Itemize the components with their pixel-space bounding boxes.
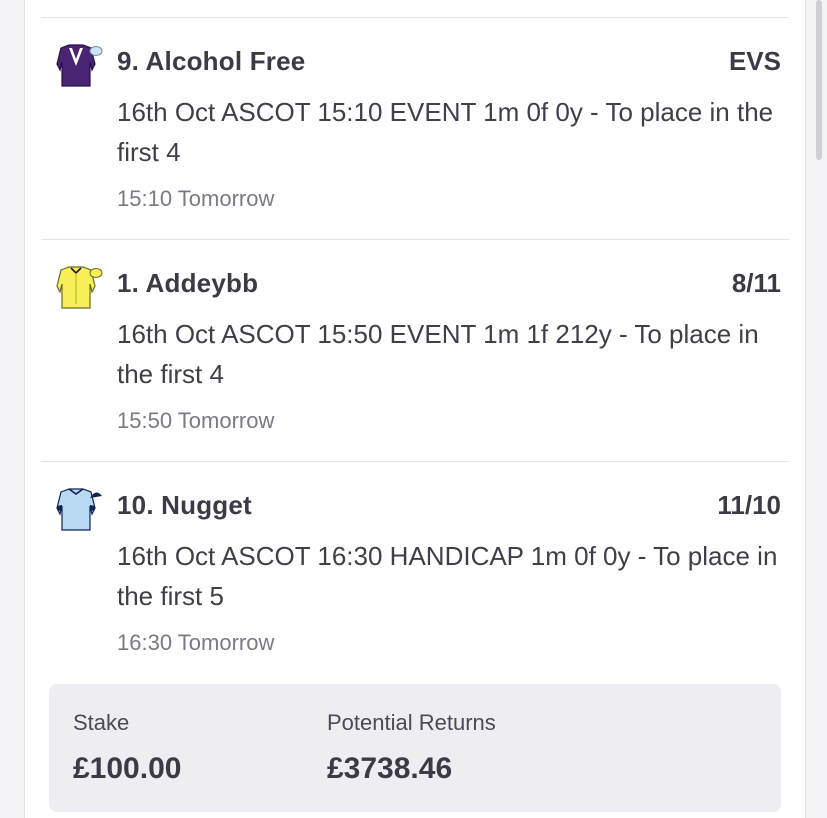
race-time: 15:10 Tomorrow [117,186,275,211]
odds-value: EVS [728,46,781,76]
potential-returns-label: Potential Returns [327,710,496,735]
odds-value: 11/10 [717,490,781,520]
bet-selection[interactable]: 1. Addeybb 8/11 16th Oct ASCOT 15:50 EVE… [41,240,789,462]
stake-value: £100.00 [73,752,182,785]
selection-description: 16th Oct ASCOT 16:30 HANDICAP 1m 0f 0y -… [117,541,778,611]
runner-name: 10. Nugget [117,490,252,520]
bet-selection[interactable]: 10. Nugget 11/10 16th Oct ASCOT 16:30 HA… [41,462,789,662]
runner-name: 1. Addeybb [117,268,259,298]
selection-description: 16th Oct ASCOT 15:10 EVENT 1m 0f 0y - To… [117,97,774,167]
silk-purple-white-chevron-icon [56,44,103,87]
silk-lightblue-navy-icon [56,488,102,531]
race-time: 15:50 Tomorrow [117,408,275,433]
scrollbar[interactable] [816,0,822,160]
runner-name: 9. Alcohol Free [117,46,306,76]
silk-yellow-icon [56,266,103,309]
race-time: 16:30 Tomorrow [117,630,275,655]
bet-slip-card: 9. Alcohol Free EVS 16th Oct ASCOT 15:10… [24,0,806,818]
bet-selection[interactable]: 9. Alcohol Free EVS 16th Oct ASCOT 15:10… [41,18,789,240]
bet-summary: Stake £100.00 Potential Returns £3738.46 [49,684,781,812]
stake-label: Stake [73,710,130,735]
selection-description: 16th Oct ASCOT 15:50 EVENT 1m 1f 212y - … [117,319,759,389]
potential-returns-value: £3738.46 [327,752,453,785]
odds-value: 8/11 [731,268,781,298]
